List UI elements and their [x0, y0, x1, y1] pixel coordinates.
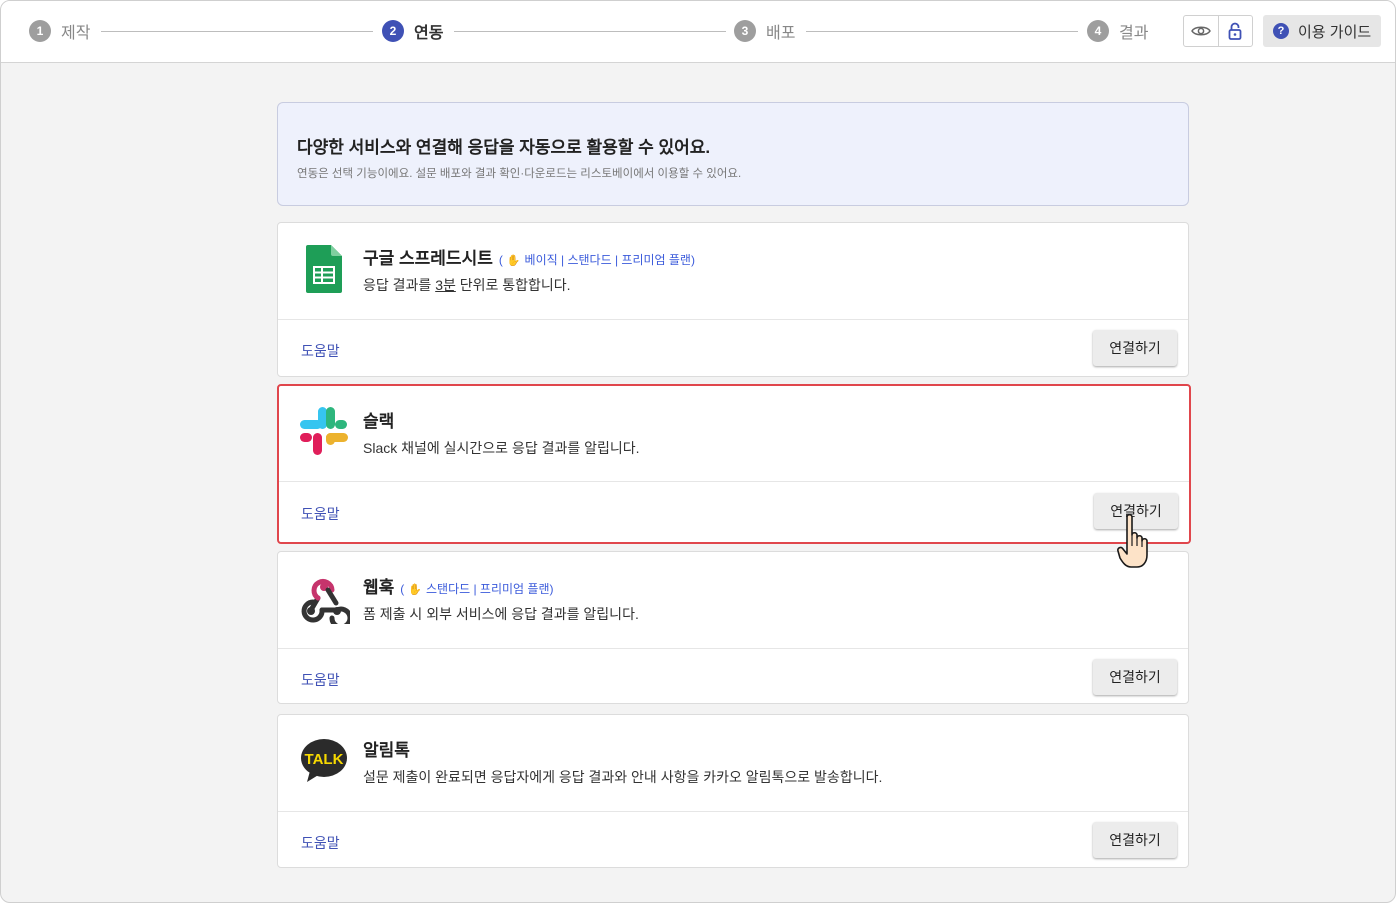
integration-name: 알림톡 [363, 741, 410, 760]
card-divider [278, 648, 1188, 649]
webhook-icon [298, 572, 353, 630]
integration-description: 설문 제출이 완료되면 응답자에게 응답 결과와 안내 사항을 카카오 알림톡으… [363, 767, 882, 787]
step-connector [806, 31, 1078, 32]
step-number: 2 [382, 20, 404, 42]
plan-text: 베이직 | 스탠다드 | 프리미엄 플랜 [524, 253, 691, 267]
preview-button[interactable] [1184, 16, 1218, 46]
help-link[interactable]: 도움말 [301, 341, 340, 361]
desc-text: Slack 채널에 실시간으로 응답 결과를 알립니다. [363, 440, 640, 456]
card-divider [278, 319, 1188, 320]
integration-description: 응답 결과를 3분 단위로 통합합니다. [363, 275, 571, 295]
step-results[interactable]: 4 결과 [1087, 19, 1148, 43]
integration-card-alimtalk: TALK 알림톡 설문 제출이 완료되면 응답자에게 응답 결과와 안내 사항을… [277, 714, 1189, 868]
usage-guide-label: 이용 가이드 [1298, 23, 1372, 41]
lock-icon [1228, 22, 1242, 40]
hand-cursor-icon [1117, 513, 1148, 568]
help-link[interactable]: 도움말 [301, 833, 340, 853]
step-label: 결과 [1119, 25, 1149, 42]
integration-title: 알림톡 [363, 736, 410, 761]
step-connector [454, 31, 726, 32]
lock-button[interactable] [1217, 16, 1253, 46]
eye-icon [1190, 26, 1211, 36]
plan-badge: (✋ 베이직 | 스탠다드 | 프리미엄 플랜) [498, 253, 695, 267]
card-divider [279, 481, 1189, 482]
integration-title: 구글 스프레드시트 (✋ 베이직 | 스탠다드 | 프리미엄 플랜) [363, 244, 695, 269]
question-icon: ? [1273, 23, 1289, 39]
card-divider [278, 811, 1188, 812]
help-link[interactable]: 도움말 [301, 504, 340, 524]
integration-name: 슬랙 [363, 412, 395, 431]
hand-icon: ✋ [408, 584, 422, 596]
app-window: 1 제작 2 연동 3 배포 4 결과 ? 이용 가이드 다양한 서비스와 연결… [0, 0, 1396, 903]
step-integrate[interactable]: 2 연동 [382, 19, 443, 43]
integration-card-google-sheets: 구글 스프레드시트 (✋ 베이직 | 스탠다드 | 프리미엄 플랜) 응답 결과를… [277, 222, 1189, 377]
connect-button[interactable]: 연결하기 [1093, 330, 1177, 366]
step-number: 4 [1087, 20, 1109, 42]
desc-text: 단위로 통합합니다. [455, 277, 571, 293]
integration-name: 구글 스프레드시트 [363, 249, 493, 268]
desc-emphasis: 3분 [435, 277, 456, 293]
google-sheets-icon [298, 243, 350, 295]
preview-lock-group [1183, 15, 1253, 47]
notice-title: 다양한 서비스와 연결해 응답을 자동으로 활용할 수 있어요. [297, 138, 711, 157]
help-link[interactable]: 도움말 [301, 670, 340, 690]
step-number: 3 [734, 20, 756, 42]
stepper-header: 1 제작 2 연동 3 배포 4 결과 ? 이용 가이드 [1, 1, 1395, 63]
integration-name: 웹훅 [363, 578, 395, 597]
plan-badge: (✋ 스탠다드 | 프리미엄 플랜) [400, 582, 554, 596]
connect-button[interactable]: 연결하기 [1093, 822, 1177, 858]
plan-text: 스탠다드 | 프리미엄 플랜 [425, 582, 550, 596]
step-create[interactable]: 1 제작 [29, 19, 90, 43]
step-label: 연동 [414, 25, 444, 42]
integration-card-slack: 슬랙 Slack 채널에 실시간으로 응답 결과를 알립니다. 도움말 연결하기 [277, 384, 1191, 544]
step-number: 1 [29, 20, 51, 42]
desc-text: 응답 결과를 [363, 277, 436, 293]
step-label: 제작 [61, 25, 91, 42]
integration-card-webhook: 웹훅 (✋ 스탠다드 | 프리미엄 플랜) 폼 제출 시 외부 서비스에 응답 결… [277, 551, 1189, 704]
kakao-logo-text: TALK [305, 751, 344, 768]
desc-text: 설문 제출이 완료되면 응답자에게 응답 결과와 안내 사항을 카카오 알림톡으… [363, 769, 883, 785]
hand-icon: ✋ [506, 255, 521, 267]
notice-subtitle: 연동은 선택 기능이에요. 설문 배포와 결과 확인·다운로드는 리스토베이에서… [297, 168, 742, 180]
info-notice: 다양한 서비스와 연결해 응답을 자동으로 활용할 수 있어요. 연동은 선택 … [277, 102, 1189, 206]
integration-title: 슬랙 [363, 407, 394, 432]
step-label: 배포 [766, 25, 796, 42]
integration-description: 폼 제출 시 외부 서비스에 응답 결과를 알립니다. [363, 604, 639, 624]
kakao-talk-icon: TALK [298, 735, 350, 787]
slack-icon [298, 405, 350, 457]
step-connector [101, 31, 373, 32]
desc-text: 폼 제출 시 외부 서비스에 응답 결과를 알립니다. [363, 606, 639, 622]
usage-guide-button[interactable]: ? 이용 가이드 [1263, 15, 1381, 47]
step-distribute[interactable]: 3 배포 [734, 19, 795, 43]
integration-description: Slack 채널에 실시간으로 응답 결과를 알립니다. [363, 438, 640, 458]
connect-button[interactable]: 연결하기 [1093, 659, 1177, 695]
integration-title: 웹훅 (✋ 스탠다드 | 프리미엄 플랜) [363, 573, 554, 598]
